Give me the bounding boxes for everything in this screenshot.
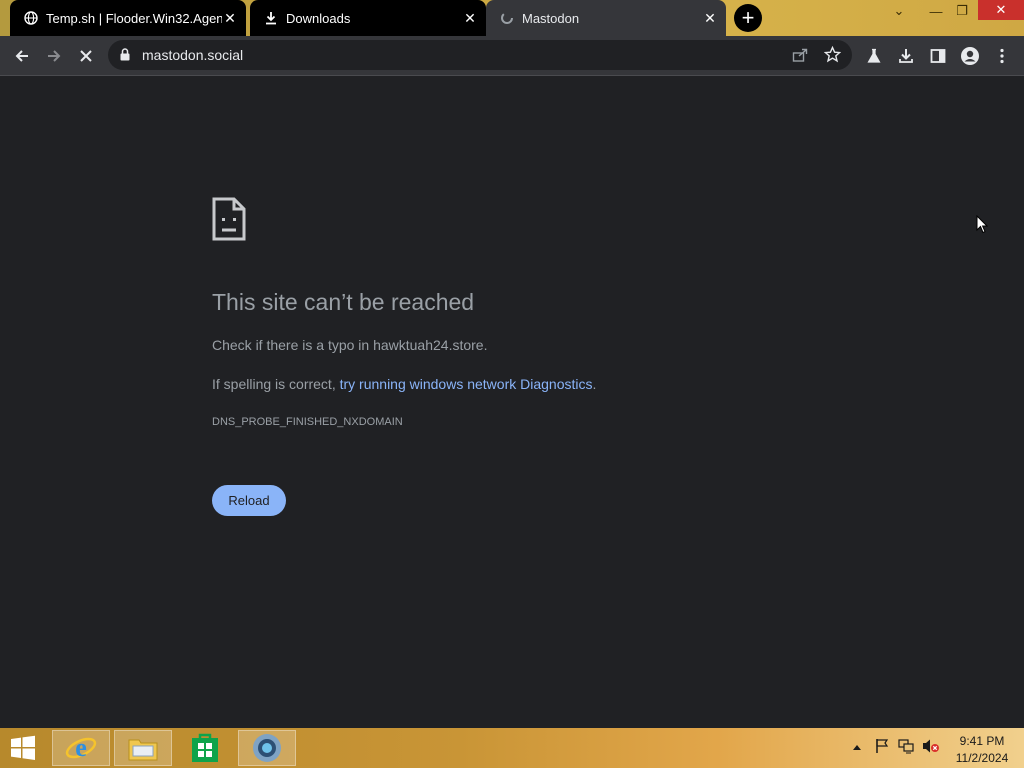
globe-icon: [24, 11, 38, 25]
close-icon[interactable]: ✕: [462, 10, 478, 26]
profile-icon[interactable]: [956, 42, 984, 70]
chrome-app-icon[interactable]: [238, 730, 296, 766]
minimize-button[interactable]: —: [924, 0, 948, 22]
error-typo-hint: Check if there is a typo in hawktuah24.s…: [212, 337, 488, 353]
windows-logo-icon: [11, 735, 35, 760]
side-panel-icon[interactable]: [924, 42, 952, 70]
new-tab-button[interactable]: +: [734, 4, 762, 32]
menu-icon[interactable]: [988, 42, 1016, 70]
sad-document-icon: [212, 197, 246, 246]
lock-icon: [120, 48, 130, 66]
internet-explorer-icon[interactable]: e: [52, 730, 110, 766]
download-icon: [264, 11, 278, 25]
share-icon[interactable]: [792, 47, 808, 68]
flask-icon[interactable]: [860, 42, 888, 70]
clock-date[interactable]: 11/2/2024: [952, 751, 1012, 765]
close-icon: [80, 50, 92, 62]
star-icon[interactable]: [823, 45, 842, 68]
taskbar: e 9:41 PM 11/2/2024: [0, 728, 1024, 768]
error-code: DNS_PROBE_FINISHED_NXDOMAIN: [212, 416, 403, 428]
chevron-down-icon[interactable]: ⌄: [888, 0, 910, 22]
forward-button[interactable]: [40, 42, 68, 70]
error-page: This site can’t be reached Check if ther…: [0, 77, 1024, 728]
clock-time[interactable]: 9:41 PM: [952, 734, 1012, 748]
volume-muted-icon[interactable]: [922, 738, 940, 757]
back-button[interactable]: [8, 42, 36, 70]
window-close-button[interactable]: ✕: [978, 0, 1024, 20]
close-icon[interactable]: ✕: [222, 10, 238, 26]
tab-mastodon[interactable]: Mastodon ✕: [486, 0, 726, 36]
file-explorer-icon[interactable]: [114, 730, 172, 766]
start-button[interactable]: [0, 730, 46, 766]
tab-tempsh[interactable]: Temp.sh | Flooder.Win32.Agent. ✕: [10, 0, 246, 36]
svg-text:e: e: [75, 733, 87, 762]
download-icon[interactable]: [892, 42, 920, 70]
chevron-up-icon[interactable]: [852, 740, 862, 754]
store-icon[interactable]: [176, 730, 234, 766]
mouse-cursor-icon: [976, 214, 989, 239]
network-icon[interactable]: [898, 738, 914, 757]
address-bar[interactable]: mastodon.social: [108, 40, 852, 70]
tab-title: Temp.sh | Flooder.Win32.Agent.: [46, 10, 222, 26]
flag-icon[interactable]: [874, 738, 890, 757]
url-text[interactable]: mastodon.social: [142, 47, 243, 63]
error-spelling-hint: If spelling is correct, try running wind…: [212, 376, 596, 392]
arrow-right-icon: [48, 50, 61, 62]
diagnostics-link[interactable]: try running windows network Diagnostics: [340, 376, 593, 392]
tab-title: Mastodon: [522, 10, 580, 26]
restore-button[interactable]: ❐: [950, 0, 974, 22]
tab-title: Downloads: [286, 10, 351, 26]
tab-downloads[interactable]: Downloads ✕: [250, 0, 486, 36]
spelling-prefix: If spelling is correct,: [212, 376, 340, 392]
spelling-suffix: .: [592, 376, 597, 392]
arrow-left-icon: [15, 50, 28, 62]
stop-button[interactable]: [72, 42, 100, 70]
tab-strip: Temp.sh | Flooder.Win32.Agent. ✕ Downloa…: [0, 0, 1024, 36]
error-title: This site can’t be reached: [212, 289, 475, 315]
reload-button[interactable]: Reload: [212, 485, 286, 516]
loading-icon: [500, 11, 514, 25]
close-icon[interactable]: ✕: [702, 10, 718, 26]
